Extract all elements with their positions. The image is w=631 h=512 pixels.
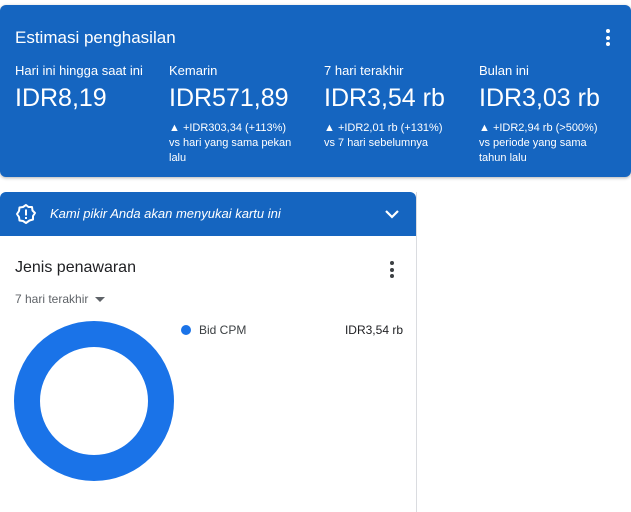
- estimated-earnings-card: Estimasi penghasilan Hari ini hingga saa…: [0, 5, 631, 177]
- bid-type-donut-chart: [14, 321, 174, 481]
- chevron-down-icon[interactable]: [384, 208, 400, 220]
- date-range-label: 7 hari terakhir: [15, 292, 89, 306]
- legend-label: Bid CPM: [199, 323, 247, 337]
- more-options-icon[interactable]: [606, 29, 610, 49]
- metric-value: IDR3,54 rb: [324, 84, 445, 112]
- metric-label: 7 hari terakhir: [324, 63, 404, 78]
- more-options-icon[interactable]: [390, 261, 394, 281]
- metric-compare: vs periode yang sama tahun lalu: [479, 137, 587, 164]
- legend-item: Bid CPM IDR3,54 rb: [181, 323, 403, 337]
- metric-value: IDR3,03 rb: [479, 84, 600, 112]
- dropdown-arrow-icon: [95, 297, 106, 303]
- metric-label: Kemarin: [169, 63, 218, 78]
- metric-label: Hari ini hingga saat ini: [15, 63, 143, 78]
- section-title: Jenis penawaran: [15, 259, 136, 276]
- metric-compare: vs hari yang sama pekan lalu: [169, 137, 292, 164]
- metric-change: ▲ +IDR2,01 rb (+131%): [324, 122, 443, 134]
- suggestion-text: Kami pikir Anda akan menyukai kartu ini: [50, 206, 281, 221]
- metric-change: ▲ +IDR303,34 (+113%): [169, 122, 287, 134]
- metric-label: Bulan ini: [479, 63, 529, 78]
- badge-alert-icon: [16, 204, 36, 224]
- metric-this-month: Bulan ini IDR3,03 rb ▲ +IDR2,94 rb (>500…: [479, 63, 604, 166]
- metric-value: IDR8,19: [15, 84, 107, 112]
- metric-last-7-days: 7 hari terakhir IDR3,54 rb ▲ +IDR2,01 rb…: [324, 63, 474, 151]
- suggestion-banner[interactable]: Kami pikir Anda akan menyukai kartu ini: [0, 192, 416, 236]
- date-range-dropdown[interactable]: 7 hari terakhir: [15, 292, 106, 306]
- legend-value: IDR3,54 rb: [344, 323, 403, 337]
- donut-slice[interactable]: [14, 321, 174, 481]
- metric-value: IDR571,89: [169, 84, 289, 112]
- metric-yesterday: Kemarin IDR571,89 ▲ +IDR303,34 (+113%) vs…: [169, 63, 304, 166]
- metric-change: ▲ +IDR2,94 rb (>500%): [479, 122, 598, 134]
- legend-dot: [181, 325, 191, 335]
- metric-today: Hari ini hingga saat ini IDR8,19: [15, 63, 165, 113]
- metric-compare: vs 7 hari sebelumnya: [324, 137, 428, 149]
- card-title: Estimasi penghasilan: [15, 28, 176, 47]
